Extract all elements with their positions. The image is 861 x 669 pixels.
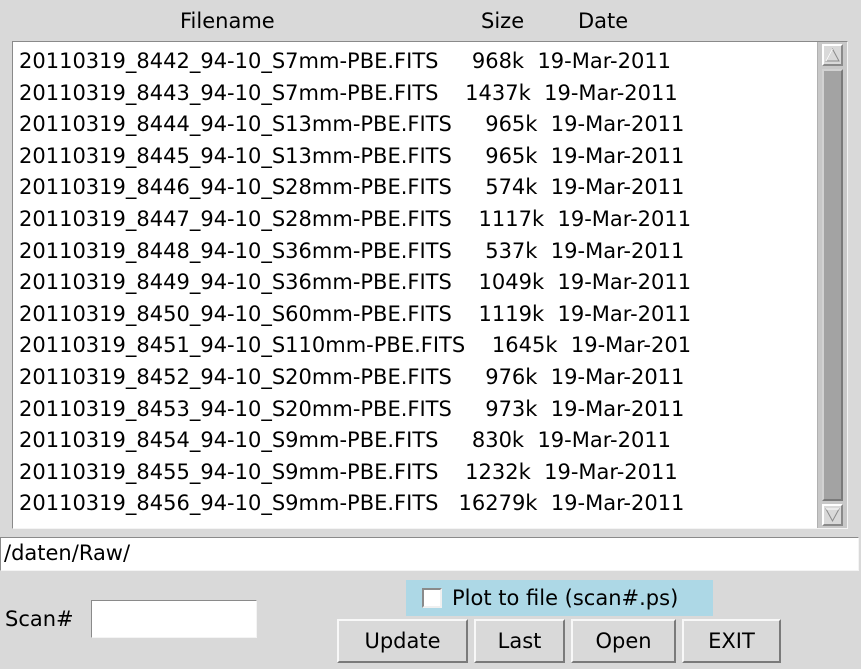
directory-path-field[interactable]: /daten/Raw/ bbox=[0, 537, 859, 571]
exit-button[interactable]: EXIT bbox=[682, 619, 781, 663]
file-list-item[interactable]: 20110319_8451_94-10_S110mm-PBE.FITS 1645… bbox=[19, 330, 827, 362]
file-list-item[interactable]: 20110319_8444_94-10_S13mm-PBE.FITS 965k … bbox=[19, 109, 827, 141]
scan-number-label: Scan# bbox=[5, 607, 74, 631]
file-list-item[interactable]: 20110319_8446_94-10_S28mm-PBE.FITS 574k … bbox=[19, 172, 827, 204]
file-listbox[interactable]: 20110319_8442_94-10_S7mm-PBE.FITS 968k 1… bbox=[12, 41, 848, 529]
file-list-item[interactable]: 20110319_8447_94-10_S28mm-PBE.FITS 1117k… bbox=[19, 204, 827, 236]
scan-number-input[interactable] bbox=[91, 600, 257, 638]
open-button[interactable]: Open bbox=[571, 619, 676, 663]
vertical-scrollbar[interactable] bbox=[817, 42, 847, 528]
file-list-item[interactable]: 20110319_8442_94-10_S7mm-PBE.FITS 968k 1… bbox=[19, 46, 827, 78]
triangle-down-icon bbox=[825, 508, 840, 523]
file-list-item[interactable]: 20110319_8448_94-10_S36mm-PBE.FITS 537k … bbox=[19, 236, 827, 268]
column-header-date: Date bbox=[578, 9, 629, 33]
update-button[interactable]: Update bbox=[337, 619, 468, 663]
scroll-up-button[interactable] bbox=[822, 44, 843, 66]
plot-to-file-checkbox[interactable] bbox=[422, 588, 442, 608]
column-header-size: Size bbox=[481, 9, 525, 33]
file-list-item[interactable]: 20110319_8443_94-10_S7mm-PBE.FITS 1437k … bbox=[19, 78, 827, 110]
scrollbar-slider[interactable] bbox=[822, 69, 843, 501]
column-header-filename: Filename bbox=[180, 9, 275, 33]
file-list-item[interactable]: 20110319_8455_94-10_S9mm-PBE.FITS 1232k … bbox=[19, 457, 827, 489]
triangle-up-icon bbox=[825, 47, 840, 62]
last-button[interactable]: Last bbox=[474, 619, 565, 663]
file-list-item[interactable]: 20110319_8449_94-10_S36mm-PBE.FITS 1049k… bbox=[19, 267, 827, 299]
plot-to-file-option[interactable]: Plot to file (scan#.ps) bbox=[406, 580, 713, 616]
file-list-item[interactable]: 20110319_8456_94-10_S9mm-PBE.FITS 16279k… bbox=[19, 488, 827, 520]
file-list-item[interactable]: 20110319_8454_94-10_S9mm-PBE.FITS 830k 1… bbox=[19, 425, 827, 457]
file-list-item[interactable]: 20110319_8452_94-10_S20mm-PBE.FITS 976k … bbox=[19, 362, 827, 394]
file-list-item[interactable]: 20110319_8453_94-10_S20mm-PBE.FITS 973k … bbox=[19, 394, 827, 426]
file-list-item[interactable]: 20110319_8445_94-10_S13mm-PBE.FITS 965k … bbox=[19, 141, 827, 173]
scroll-down-button[interactable] bbox=[822, 504, 843, 526]
file-list: 20110319_8442_94-10_S7mm-PBE.FITS 968k 1… bbox=[19, 46, 827, 526]
plot-to-file-label: Plot to file (scan#.ps) bbox=[452, 586, 679, 610]
file-browser-window: Filename Size Date 20110319_8442_94-10_S… bbox=[0, 0, 861, 669]
file-list-item[interactable]: 20110319_8450_94-10_S60mm-PBE.FITS 1119k… bbox=[19, 299, 827, 331]
